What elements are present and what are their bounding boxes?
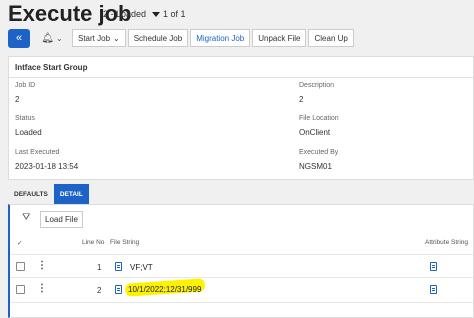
schedule-job-button[interactable]: Schedule Job: [127, 29, 189, 47]
row-checkbox[interactable]: [16, 285, 25, 294]
line-no-cell: 2: [97, 286, 102, 295]
document-icon[interactable]: [115, 262, 122, 271]
job-info-card: Intface Start Group Job ID 2 Description…: [8, 56, 474, 180]
unpack-file-button[interactable]: Unpack File: [252, 29, 307, 47]
caret-down-icon: [152, 12, 161, 18]
divider: [10, 277, 473, 278]
attribute-string-header: Attribute String: [425, 239, 468, 246]
migration-job-button[interactable]: Migration Job: [190, 29, 251, 47]
description-value: 2: [299, 95, 304, 104]
status-field-label: Status: [15, 115, 35, 122]
tab-bar: DEFAULTS DETAIL: [8, 184, 89, 204]
detail-panel: ⛛ Load File ✓ Line No File String Attrib…: [8, 204, 474, 318]
line-no-header: Line No: [82, 239, 105, 246]
start-job-label: Start Job: [78, 33, 111, 43]
start-job-button[interactable]: Start Job ⌄: [72, 29, 126, 47]
job-id-label: Job ID: [15, 82, 36, 89]
bell-icon: 🔔︎: [41, 32, 54, 44]
executed-by-value: NGSM01: [299, 162, 332, 171]
chevron-down-icon: ⌄: [113, 33, 120, 43]
last-executed-label: Last Executed: [15, 149, 60, 156]
kebab-menu-icon[interactable]: ⋮: [37, 260, 47, 271]
status-selector[interactable]: 2 - Loaded: [103, 9, 161, 19]
file-string-cell: VF;VT: [130, 263, 153, 272]
chevron-down-icon: ⌄: [56, 33, 63, 43]
line-no-cell: 1: [97, 263, 102, 272]
document-icon[interactable]: [430, 285, 437, 294]
filter-icon[interactable]: ⛛: [22, 212, 30, 223]
divider: [9, 77, 473, 78]
file-string-cell: 10/1/2022;12/31/999: [128, 285, 202, 294]
file-location-value: OnClient: [299, 128, 331, 137]
file-location-label: File Location: [299, 115, 339, 122]
document-icon[interactable]: [115, 285, 122, 294]
tab-detail[interactable]: DETAIL: [53, 184, 89, 204]
divider: [10, 254, 473, 255]
page-header: Execute job 2 - Loaded 1 of 1: [0, 0, 474, 26]
record-pager: 1 of 1: [163, 9, 186, 19]
back-button[interactable]: «: [8, 28, 30, 48]
clean-up-button[interactable]: Clean Up: [308, 29, 354, 47]
load-file-button[interactable]: Load File: [40, 211, 83, 228]
tab-defaults[interactable]: DEFAULTS: [8, 184, 54, 204]
last-executed-value: 2023-01-18 13:54: [15, 162, 79, 171]
card-title: Intface Start Group: [15, 63, 88, 72]
row-checkbox[interactable]: [16, 262, 25, 271]
divider: [10, 302, 473, 303]
job-id-value: 2: [15, 95, 20, 104]
double-chevron-left-icon: «: [15, 32, 23, 44]
select-all-checkmark-icon[interactable]: ✓: [17, 239, 22, 247]
status-field-value: Loaded: [15, 128, 42, 137]
executed-by-label: Executed By: [299, 149, 339, 156]
kebab-menu-icon[interactable]: ⋮: [37, 283, 47, 294]
file-string-header: File String: [110, 239, 140, 246]
notifications-button[interactable]: 🔔︎ ⌄: [40, 29, 64, 47]
document-icon[interactable]: [430, 262, 437, 271]
status-label: 2 - Loaded: [103, 9, 147, 19]
description-label: Description: [299, 82, 335, 89]
toolbar: « 🔔︎ ⌄ Start Job ⌄ Schedule Job Migration …: [8, 28, 354, 48]
